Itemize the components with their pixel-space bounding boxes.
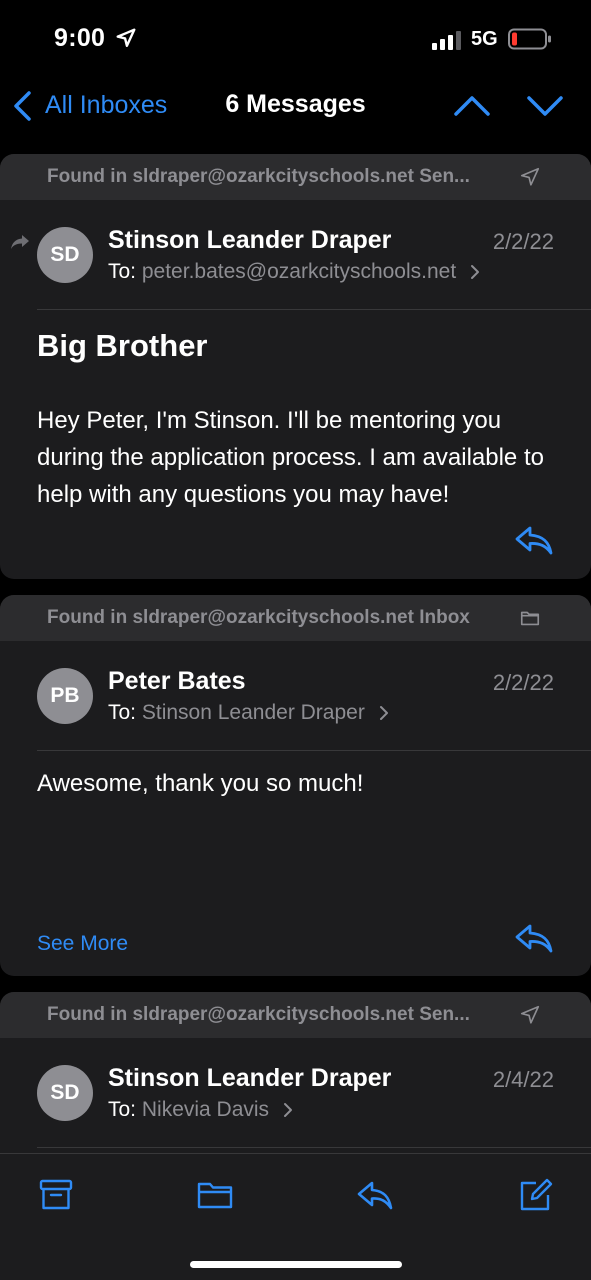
message-date: 2/4/22 xyxy=(492,1067,554,1092)
found-in-header: Found in sldraper@ozarkcityschools.net S… xyxy=(0,992,591,1038)
recipient-address: Stinson Leander Draper xyxy=(141,701,365,724)
folder-icon xyxy=(520,611,540,626)
reply-icon[interactable] xyxy=(514,524,554,556)
divider xyxy=(37,750,591,751)
recipient-line[interactable]: To: Nikevia Davis xyxy=(108,1098,293,1122)
message-header: SD Stinson Leander Draper 2/4/22 To: Nik… xyxy=(0,1038,591,1148)
sent-icon xyxy=(520,1005,540,1024)
network-type: 5G xyxy=(471,28,498,50)
previous-message-icon[interactable] xyxy=(452,92,492,120)
message-body: Awesome, thank you so much! xyxy=(37,770,364,797)
recipient-line[interactable]: To: peter.bates@ozarkcityschools.net xyxy=(108,260,480,284)
message-header: SD Stinson Leander Draper 2/2/22 To: pet… xyxy=(0,200,591,310)
next-message-icon[interactable] xyxy=(525,92,565,120)
see-more-link[interactable]: See More xyxy=(37,932,128,956)
divider xyxy=(37,309,591,310)
to-label: To: xyxy=(108,260,137,283)
divider xyxy=(37,1147,591,1148)
chevron-right-icon xyxy=(379,706,388,721)
message-subject: Big Brother xyxy=(37,328,208,363)
avatar: SD xyxy=(37,227,93,283)
recipient-line[interactable]: To: Stinson Leander Draper xyxy=(108,701,389,725)
compose-icon[interactable] xyxy=(518,1178,554,1212)
cellular-signal-icon xyxy=(432,31,461,50)
reply-icon[interactable] xyxy=(514,922,554,954)
home-indicator[interactable] xyxy=(190,1261,402,1268)
sender-name: Stinson Leander Draper xyxy=(108,1064,392,1092)
avatar: SD xyxy=(37,1065,93,1121)
reply-icon[interactable] xyxy=(357,1178,393,1212)
bottom-toolbar xyxy=(0,1153,591,1280)
to-label: To: xyxy=(108,1098,137,1121)
recipient-address: Nikevia Davis xyxy=(141,1098,270,1121)
message-card[interactable]: Found in sldraper@ozarkcityschools.net I… xyxy=(0,595,591,976)
status-time: 9:00 xyxy=(54,24,106,52)
sender-name: Peter Bates xyxy=(108,667,246,695)
recipient-address: peter.bates@ozarkcityschools.net xyxy=(141,260,457,283)
sent-icon xyxy=(520,167,540,186)
chevron-right-icon xyxy=(283,1103,292,1118)
chevron-right-icon xyxy=(471,265,480,280)
avatar: PB xyxy=(37,668,93,724)
message-body: Hey Peter, I'm Stinson. I'll be mentorin… xyxy=(37,407,544,508)
location-arrow-icon xyxy=(116,28,136,47)
found-in-label: Found in sldraper@ozarkcityschools.net S… xyxy=(47,166,470,187)
found-in-header: Found in sldraper@ozarkcityschools.net S… xyxy=(0,154,591,200)
found-in-label: Found in sldraper@ozarkcityschools.net S… xyxy=(47,1004,470,1025)
found-in-label: Found in sldraper@ozarkcityschools.net I… xyxy=(47,607,470,628)
battery-icon xyxy=(508,28,551,50)
folder-icon[interactable] xyxy=(197,1178,233,1212)
page-title: 6 Messages xyxy=(225,90,366,118)
sender-name: Stinson Leander Draper xyxy=(108,226,392,254)
found-in-header: Found in sldraper@ozarkcityschools.net I… xyxy=(0,595,591,641)
message-date: 2/2/22 xyxy=(492,229,554,254)
status-bar: 9:00 5G xyxy=(0,0,591,80)
message-date: 2/2/22 xyxy=(492,670,554,695)
message-card[interactable]: Found in sldraper@ozarkcityschools.net S… xyxy=(0,154,591,579)
archive-icon[interactable] xyxy=(38,1178,74,1212)
to-label: To: xyxy=(108,701,137,724)
navigation-bar: All Inboxes 6 Messages xyxy=(0,80,591,132)
message-header: PB Peter Bates 2/2/22 To: Stinson Leande… xyxy=(0,641,591,751)
forwarded-icon xyxy=(11,235,29,249)
